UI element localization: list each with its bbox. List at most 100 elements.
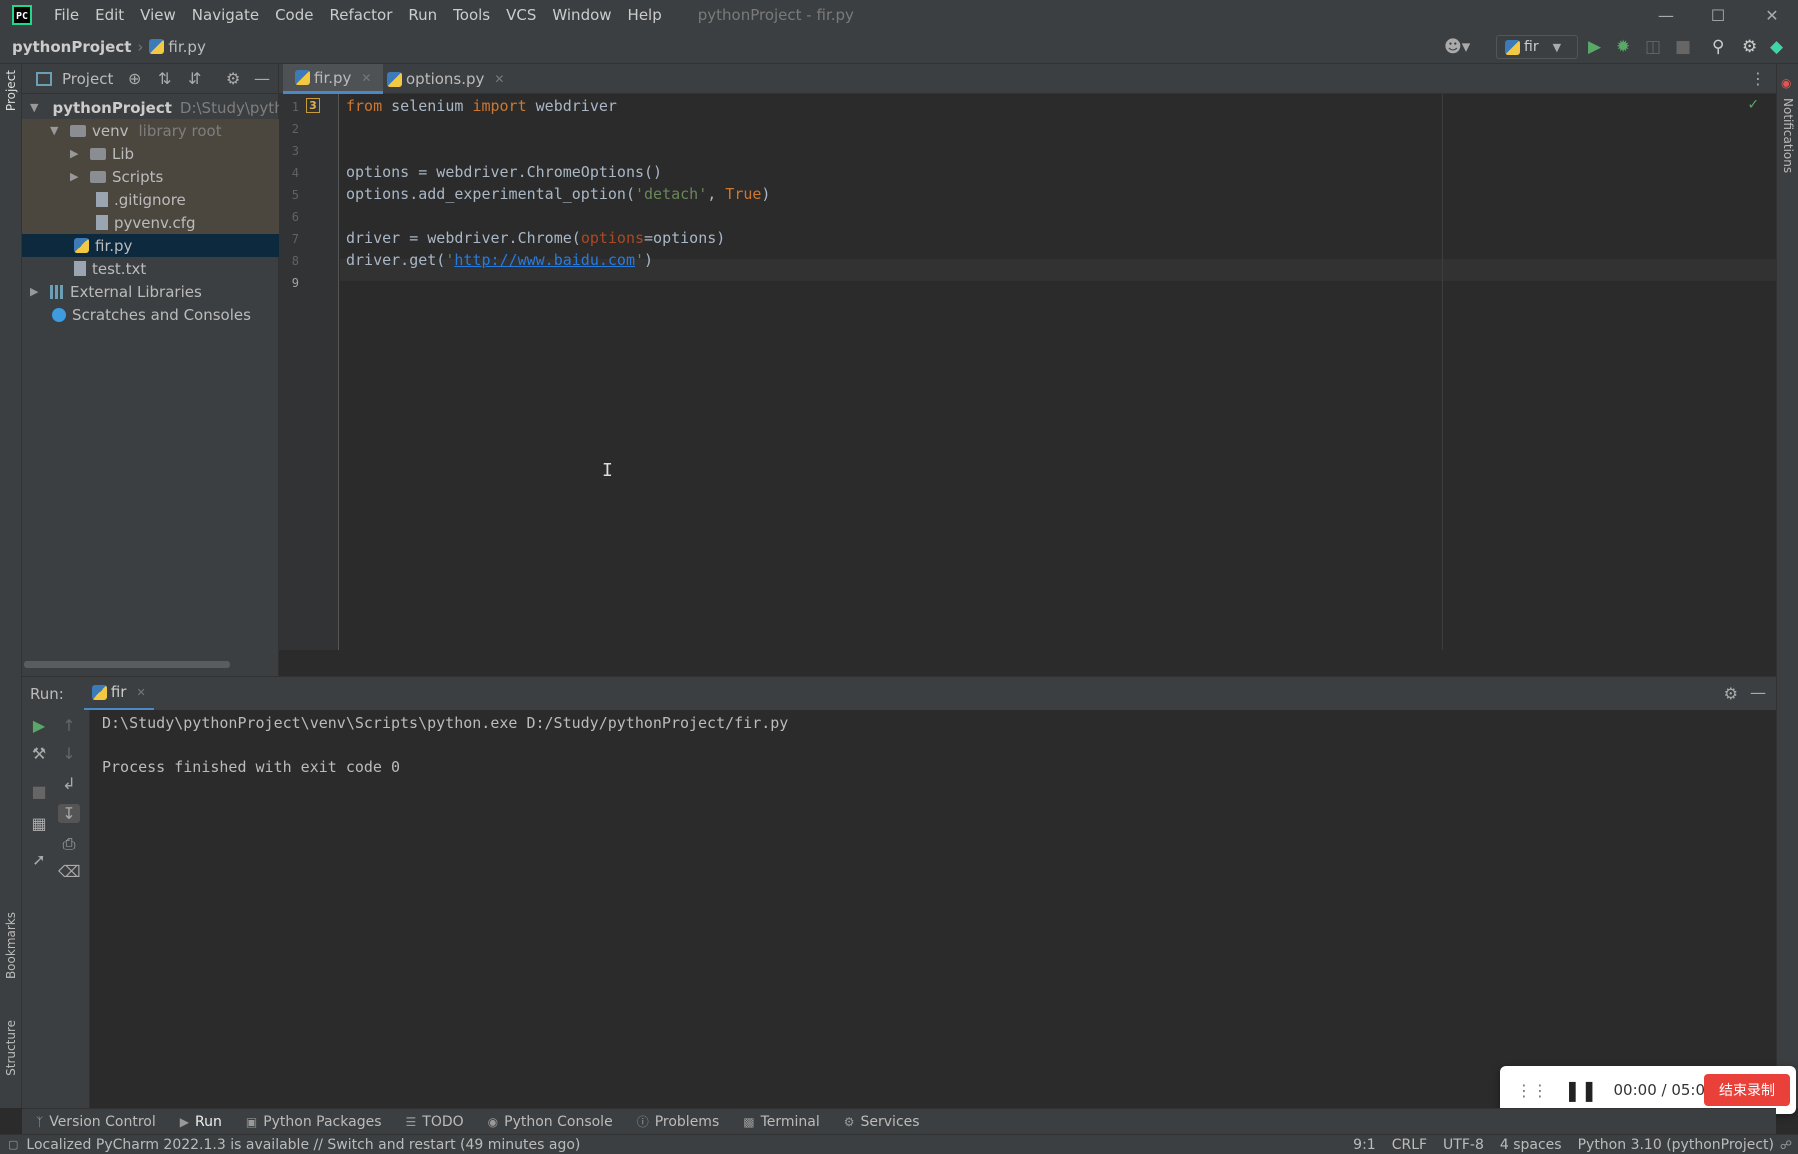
hide-run-panel-icon[interactable]: — [1750, 683, 1766, 702]
tree-node-fir-py[interactable]: fir.py [22, 234, 279, 257]
settings-icon[interactable]: ⚙ [1742, 37, 1757, 57]
menu-help[interactable]: Help [620, 6, 670, 24]
menu-vcs[interactable]: VCS [498, 6, 544, 24]
stop-icon[interactable]: ■ [28, 782, 50, 801]
expand-all-icon[interactable]: ⇅ [158, 69, 171, 88]
bookmarks-tool-label[interactable]: Bookmarks [4, 912, 18, 979]
file-encoding[interactable]: UTF-8 [1443, 1137, 1484, 1153]
debug-icon[interactable]: ✹ [1616, 37, 1630, 57]
tool-run[interactable]: ▶ Run [180, 1114, 222, 1130]
panel-settings-icon[interactable]: ⚙ [226, 69, 240, 88]
run-icon[interactable]: ▶ [1588, 37, 1601, 57]
locate-file-icon[interactable]: ⊕ [128, 69, 141, 88]
close-window-button[interactable]: ✕ [1746, 0, 1798, 30]
line-separator[interactable]: CRLF [1392, 1137, 1427, 1153]
chevron-right-icon[interactable]: ▶ [70, 170, 82, 183]
menu-view[interactable]: View [132, 6, 184, 24]
title-bar: PC File Edit View Navigate Code Refactor… [0, 0, 1798, 30]
run-console[interactable]: D:\Study\pythonProject\venv\Scripts\pyth… [90, 710, 1776, 1108]
chevron-right-icon[interactable]: ▶ [70, 147, 82, 160]
tree-node-label: Scripts [112, 167, 164, 186]
scroll-to-end-icon[interactable]: ↧ [58, 804, 80, 823]
minimize-button[interactable]: — [1640, 0, 1692, 30]
soft-wrap-icon[interactable]: ↲ [58, 774, 80, 793]
tool-python-console[interactable]: ◉ Python Console [488, 1114, 613, 1130]
tab-fir-py[interactable]: fir.py ✕ [283, 64, 384, 94]
menu-refactor[interactable]: Refactor [321, 6, 400, 24]
drag-handle-icon[interactable]: ⋮⋮ [1516, 1081, 1548, 1100]
coverage-icon[interactable]: ◫ [1645, 37, 1661, 57]
close-tab-icon[interactable]: ✕ [361, 71, 371, 85]
project-panel-title[interactable]: Project [62, 70, 113, 88]
chevron-right-icon[interactable]: ▶ [30, 285, 42, 298]
tool-version-control[interactable]: ᛉ Version Control [36, 1114, 156, 1130]
menu-tools[interactable]: Tools [445, 6, 498, 24]
pin-icon[interactable]: ➚ [28, 850, 50, 869]
caret-position[interactable]: 9:1 [1353, 1137, 1376, 1153]
plugin-icon[interactable]: ◆ [1770, 37, 1783, 57]
status-message[interactable]: Localized PyCharm 2022.1.3 is available … [26, 1137, 580, 1153]
tree-node-pythonproject[interactable]: ▼ pythonProject D:\Study\pytho [22, 96, 279, 119]
url-link[interactable]: http://www.baidu.com [454, 251, 635, 269]
tool-services[interactable]: ⚙ Services [844, 1114, 920, 1130]
arrow-up-icon[interactable]: ↑ [58, 716, 80, 735]
tree-node-scratches[interactable]: Scratches and Consoles [22, 303, 279, 326]
tree-node-pyvenv[interactable]: pyvenv.cfg [22, 211, 279, 234]
structure-tool-label[interactable]: Structure [4, 1020, 18, 1076]
tool-python-packages[interactable]: ▣ Python Packages [246, 1114, 382, 1130]
code-editor[interactable]: from selenium import webdriver options =… [340, 94, 1776, 650]
menu-window[interactable]: Window [544, 6, 619, 24]
hide-panel-icon[interactable]: — [254, 69, 270, 88]
notification-bell-icon[interactable]: ◉ [1781, 76, 1791, 90]
breadcrumb-project[interactable]: pythonProject [12, 38, 131, 56]
maximize-button[interactable]: ☐ [1692, 0, 1744, 30]
indent-setting[interactable]: 4 spaces [1500, 1137, 1562, 1153]
search-icon[interactable]: ⚲ [1712, 37, 1724, 57]
tree-node-test-txt[interactable]: test.txt [22, 257, 279, 280]
code-line-8: driver.get('http://www.baidu.com') [346, 251, 654, 269]
menu-file[interactable]: File [46, 6, 87, 24]
user-icon[interactable]: ☻▾ [1444, 37, 1470, 57]
collapse-all-icon[interactable]: ⇵ [188, 69, 201, 88]
tab-options-py[interactable]: options.py ✕ [375, 64, 516, 94]
wrench-icon[interactable]: ⚒ [28, 744, 50, 763]
breadcrumb-file[interactable]: fir.py [168, 38, 205, 56]
chevron-down-icon[interactable]: ▼ [50, 124, 62, 137]
tree-node-scripts[interactable]: ▶ Scripts [22, 165, 279, 188]
pause-icon[interactable]: ❚❚ [1564, 1078, 1598, 1102]
python-interpreter[interactable]: Python 3.10 (pythonProject) [1578, 1137, 1774, 1153]
lock-icon[interactable]: ☍ [1780, 1138, 1792, 1152]
run-configuration-select[interactable]: fir ▼ [1496, 35, 1578, 59]
menu-navigate[interactable]: Navigate [184, 6, 267, 24]
print-icon[interactable]: ⎙ [58, 834, 80, 854]
close-tab-icon[interactable]: ✕ [494, 72, 504, 86]
project-tool-label[interactable]: Project [4, 70, 18, 111]
stop-icon[interactable]: ■ [1675, 37, 1691, 57]
chevron-down-icon[interactable]: ▼ [30, 101, 38, 114]
stop-recording-button[interactable]: 结束录制 [1704, 1074, 1790, 1106]
menu-code[interactable]: Code [267, 6, 321, 24]
tree-node-external-libraries[interactable]: ▶ External Libraries [22, 280, 279, 303]
rerun-icon[interactable]: ▶ [28, 716, 50, 735]
menu-run[interactable]: Run [400, 6, 445, 24]
tree-node-venv[interactable]: ▼ venv library root [22, 119, 279, 142]
tree-node-gitignore[interactable]: .gitignore [22, 188, 279, 211]
more-tabs-icon[interactable]: ⋮ [1750, 69, 1766, 88]
run-settings-icon[interactable]: ⚙ [1724, 684, 1738, 703]
line-number: 6 [291, 210, 299, 224]
notifications-tool-label[interactable]: Notifications [1781, 98, 1795, 173]
run-tab-fir[interactable]: fir ✕ [83, 677, 154, 711]
close-tab-icon[interactable]: ✕ [136, 686, 145, 699]
tool-todo[interactable]: ☰ TODO [406, 1114, 464, 1130]
inspection-ok-icon[interactable]: ✓ [1748, 94, 1758, 113]
tool-terminal[interactable]: ▩ Terminal [743, 1114, 820, 1130]
tree-node-lib[interactable]: ▶ Lib [22, 142, 279, 165]
status-toggle-icon[interactable]: ▢ [8, 1138, 18, 1151]
menu-edit[interactable]: Edit [87, 6, 132, 24]
horizontal-scrollbar[interactable] [24, 661, 230, 668]
tool-problems[interactable]: ⓘ Problems [637, 1113, 720, 1130]
trash-icon[interactable]: ⌫ [58, 862, 81, 881]
arrow-down-icon[interactable]: ↓ [58, 744, 80, 763]
warning-badge[interactable]: 3 [306, 98, 320, 113]
layout-icon[interactable]: ▦ [28, 814, 50, 833]
